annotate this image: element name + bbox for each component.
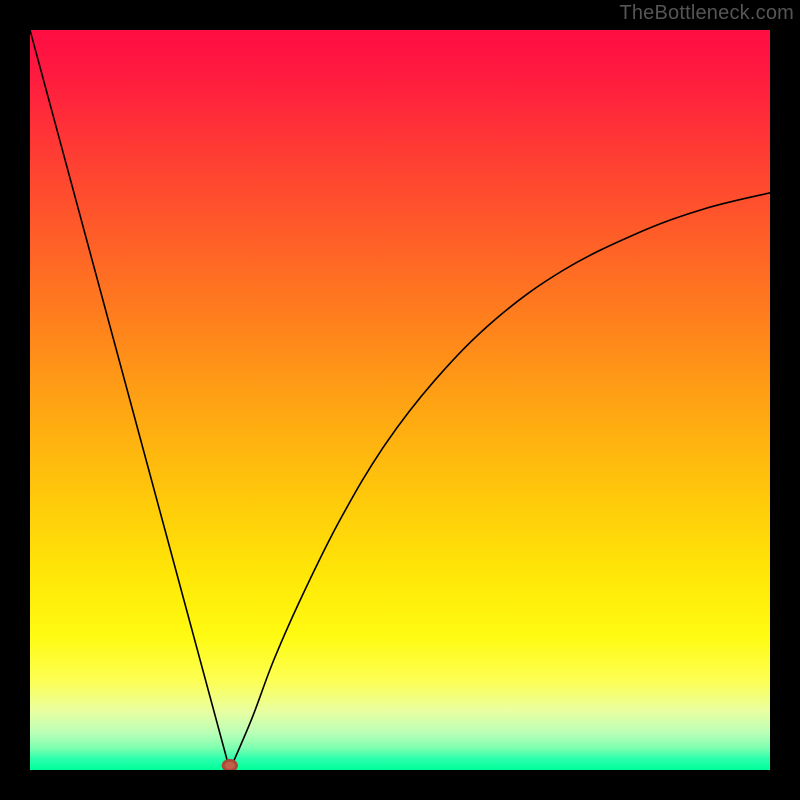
vertex-marker: [223, 760, 236, 770]
curve-path: [30, 30, 770, 770]
plot-area: [30, 30, 770, 770]
curve-svg: [30, 30, 770, 770]
chart-frame: TheBottleneck.com: [0, 0, 800, 800]
watermark-text: TheBottleneck.com: [619, 2, 794, 25]
